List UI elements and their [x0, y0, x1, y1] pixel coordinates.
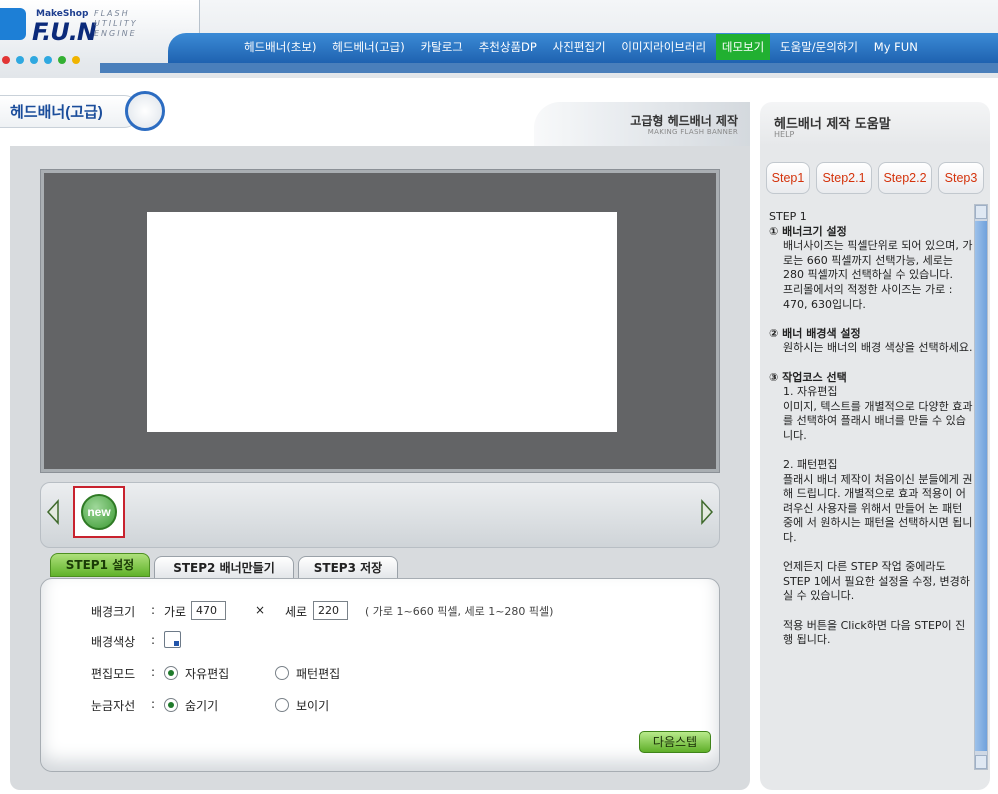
- tab-step3[interactable]: STEP3 저장: [298, 556, 398, 580]
- help-step1-button[interactable]: Step1: [766, 162, 810, 194]
- help-step3-button[interactable]: Step3: [938, 162, 984, 194]
- banner-stage: [44, 173, 716, 469]
- scroll-up-icon[interactable]: [975, 205, 987, 219]
- mode-free-radio[interactable]: [164, 666, 178, 680]
- scroll-right-icon[interactable]: [700, 499, 714, 525]
- settings-panel: 배경크기 : 가로 470 × 세로 220 ( 가로 1~660 픽셀, 세로…: [40, 578, 720, 772]
- tab-step1[interactable]: STEP1 설정: [50, 553, 150, 577]
- help-spacer: [769, 356, 975, 371]
- nav-item-my-fun[interactable]: My FUN: [868, 34, 924, 60]
- main-panel-title: 고급형 헤드배너 제작: [630, 114, 738, 128]
- next-step-button[interactable]: 다음스텝: [639, 731, 711, 753]
- nav-item-help[interactable]: 도움말/문의하기: [774, 34, 864, 60]
- bg-color-label: 배경색상: [91, 635, 136, 649]
- bg-size-label: 배경크기: [91, 605, 136, 619]
- nav-item-recommended-dp[interactable]: 추천상품DP: [473, 34, 543, 60]
- color-dots: [2, 56, 92, 66]
- nav-item-catalog[interactable]: 카탈로그: [415, 34, 469, 60]
- page-title: 헤드배너(고급): [10, 104, 103, 121]
- help-subtitle: HELP: [774, 130, 795, 139]
- logo-mark-icon: [0, 8, 26, 40]
- help-scrollbar[interactable]: [974, 204, 988, 770]
- page-title-tab: 헤드배너(고급): [0, 95, 140, 128]
- help-paragraph: 원하시는 배너의 배경 색상을 선택하세요.: [783, 341, 973, 355]
- colon: :: [151, 665, 156, 679]
- header: MakeShop F.U.N FLASH UTILITY ENGINE 헤드배너…: [0, 0, 998, 78]
- banner-canvas[interactable]: [147, 212, 617, 432]
- nav-item-headbanner-basic[interactable]: 헤드배너(초보): [238, 34, 322, 60]
- color-dot: [16, 56, 24, 64]
- help-paragraph: 프리몰에서의 적정한 사이즈는 가로 : 470, 630입니다.: [783, 282, 953, 311]
- colon: :: [151, 633, 156, 647]
- help-paragraph: 적용 버튼을 Click하면 다음 STEP이 진행 됩니다.: [783, 618, 966, 647]
- nav-item-headbanner-advanced[interactable]: 헤드베너(고급): [326, 34, 410, 60]
- title-circle-icon: [125, 91, 165, 131]
- bg-color-picker[interactable]: [164, 631, 181, 648]
- colon: :: [151, 697, 156, 711]
- size-range-hint: ( 가로 1~660 픽셀, 세로 1~280 픽셀): [365, 605, 554, 618]
- ruler-hide-label[interactable]: 숨기기: [185, 697, 218, 714]
- mode-free-label[interactable]: 자유편집: [185, 665, 229, 682]
- nav-item-demo[interactable]: 데모보기: [715, 34, 771, 60]
- help-spacer: [769, 604, 975, 619]
- edit-mode-label: 편집모드: [91, 667, 136, 681]
- mode-pattern-label[interactable]: 패턴편집: [296, 665, 340, 682]
- help-panel: Step1 Step2.1 Step2.2 Step3 STEP 1① 배너크기…: [760, 146, 990, 790]
- help-step2-1-button[interactable]: Step2.1: [816, 162, 872, 194]
- help-heading: ① 배너크기 설정: [769, 224, 847, 238]
- main-panel-subtitle: MAKING FLASH BANNER: [647, 128, 738, 136]
- help-paragraph: STEP 1: [769, 210, 807, 223]
- help-spacer: [769, 444, 975, 459]
- nav-underline: [100, 63, 998, 73]
- help-step2-2-button[interactable]: Step2.2: [878, 162, 932, 194]
- help-paragraph: 1. 자유편집: [783, 385, 838, 399]
- help-spacer: [769, 312, 975, 327]
- thumbnail-strip: new: [40, 482, 720, 548]
- ruler-show-radio[interactable]: [275, 698, 289, 712]
- height-label: 세로: [285, 605, 308, 619]
- color-dot: [58, 56, 66, 64]
- scroll-left-icon[interactable]: [46, 499, 60, 525]
- width-input[interactable]: 470: [191, 601, 226, 620]
- logo-subtitle: FLASH UTILITY ENGINE: [94, 9, 138, 38]
- width-label: 가로: [164, 605, 187, 619]
- color-dot: [2, 56, 10, 64]
- height-input[interactable]: 220: [313, 601, 348, 620]
- banner-preview-frame: [40, 169, 720, 473]
- help-paragraph: 2. 패턴편집: [783, 458, 838, 472]
- help-heading: ② 배너 배경색 설정: [769, 326, 861, 340]
- color-dot: [44, 56, 52, 64]
- nav-item-photo-editor[interactable]: 사진편집기: [547, 34, 612, 60]
- help-text: STEP 1① 배너크기 설정 배너사이즈는 픽셀단위로 되어 있으며, 가로는 …: [769, 210, 975, 766]
- help-paragraph: 언제든지 다른 STEP 작업 중에라도 STEP 1에서 필요한 설정을 수정…: [783, 560, 970, 603]
- help-paragraph: 배너사이즈는 픽셀단위로 되어 있으며, 가로는 660 픽셀까지 선택가능, …: [783, 239, 973, 282]
- help-paragraph: 플래시 배너 제작이 처음이신 분들에게 권해 드립니다. 개별적으로 효과 적…: [783, 472, 973, 545]
- times-sign: ×: [255, 603, 266, 617]
- nav-item-image-library[interactable]: 이미지라이브러리: [615, 34, 712, 60]
- color-dot: [72, 56, 80, 64]
- color-dot: [30, 56, 38, 64]
- colon: :: [151, 603, 156, 617]
- main-panel: new STEP1 설정 STEP2 배너만들기 STEP3 저장 배경크기 :…: [10, 146, 750, 790]
- ruler-hide-radio[interactable]: [164, 698, 178, 712]
- new-button[interactable]: new: [81, 494, 117, 530]
- help-paragraph: 이미지, 텍스트를 개별적으로 다양한 효과를 선택하여 플래시 배너를 만들 …: [783, 399, 973, 442]
- logo-fun: F.U.N: [32, 18, 97, 46]
- tab-step2[interactable]: STEP2 배너만들기: [154, 556, 294, 580]
- new-banner-thumbnail[interactable]: new: [73, 486, 125, 538]
- mode-pattern-radio[interactable]: [275, 666, 289, 680]
- help-spacer: [769, 546, 975, 561]
- ruler-label: 눈금자선: [91, 699, 136, 713]
- help-heading: ③ 작업코스 선택: [769, 370, 847, 384]
- scroll-thumb[interactable]: [975, 221, 987, 751]
- ruler-show-label[interactable]: 보이기: [296, 697, 329, 714]
- scroll-down-icon[interactable]: [975, 755, 987, 769]
- top-nav: 헤드배너(초보) 헤드베너(고급) 카탈로그 추천상품DP 사진편집기 이미지라…: [238, 34, 924, 62]
